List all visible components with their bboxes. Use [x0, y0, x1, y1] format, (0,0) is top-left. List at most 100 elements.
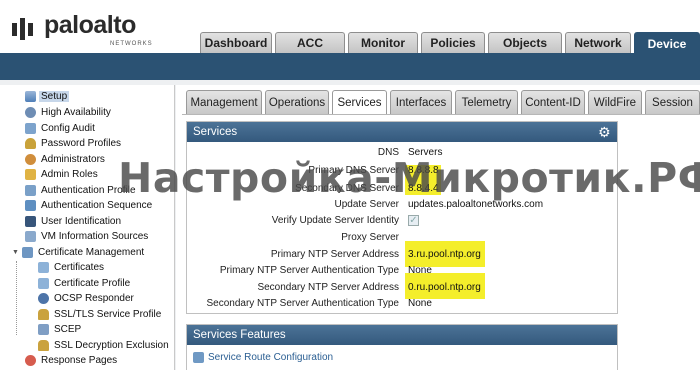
sidebar-item-ssl-decryption-exclusion[interactable]: SSL Decryption Exclusion — [38, 338, 171, 353]
tab-policies[interactable]: Policies — [421, 32, 485, 53]
services-features-panel: Services Features — [186, 324, 618, 370]
sidebar-item-response-pages[interactable]: Response Pages — [25, 353, 119, 368]
tab-acc[interactable]: ACC — [275, 32, 345, 53]
row-primary-ntp-label: Primary NTP Server Address — [188, 247, 399, 261]
row-verify-update-value: ✓ — [408, 213, 428, 227]
subtab-operations[interactable]: Operations — [265, 90, 329, 114]
config-audit-icon — [25, 123, 36, 134]
sidebar-item-label: VM Information Sources — [41, 231, 149, 242]
sidebar-item-label: Certificates — [54, 262, 105, 273]
tab-objects[interactable]: Objects — [488, 32, 562, 53]
setup-icon — [25, 91, 36, 102]
tab-device[interactable]: Device — [634, 32, 700, 54]
services-panel-title: Services — [193, 126, 238, 138]
subtab-services[interactable]: Services — [332, 90, 387, 115]
sidebar-item-label: SSL Decryption Exclusion — [54, 340, 169, 351]
sidebar-item-label: Response Pages — [41, 355, 118, 366]
brand-name: paloalto — [44, 11, 136, 39]
sidebar: Setup High Availability Config Audit Pas… — [0, 85, 175, 370]
sidebar-item-vm-information-sources[interactable]: VM Information Sources — [25, 229, 150, 244]
key-icon — [25, 138, 36, 149]
certificate-icon — [22, 247, 33, 258]
sidebar-item-config-audit[interactable]: Config Audit — [25, 121, 97, 136]
sidebar-item-label: Admin Roles — [41, 169, 98, 180]
services-features-header: Services Features — [187, 325, 617, 345]
sidebar-item-label: Password Profiles — [41, 138, 122, 149]
sidebar-item-label: Administrators — [41, 154, 105, 165]
verify-update-checkbox[interactable]: ✓ — [408, 214, 419, 226]
service-route-configuration-link[interactable]: Service Route Configuration — [208, 352, 333, 363]
sequence-icon — [25, 200, 36, 211]
sidebar-item-certificate-management[interactable]: ▼ Certificate Management — [12, 245, 146, 260]
collapse-triangle-icon[interactable]: ▼ — [12, 249, 20, 256]
user-icon — [25, 154, 36, 165]
vm-icon — [25, 231, 36, 242]
sidebar-item-admin-roles[interactable]: Admin Roles — [25, 167, 100, 182]
sidebar-item-label: Certificate Profile — [54, 278, 131, 289]
sidebar-item-label: OCSP Responder — [54, 293, 134, 304]
sidebar-item-label: SCEP — [54, 324, 82, 335]
row-primary-ntp-auth-value[interactable]: None — [408, 263, 608, 277]
row-proxy-server-label: Proxy Server — [188, 230, 399, 244]
row-primary-ntp-auth-label: Primary NTP Server Authentication Type — [188, 263, 399, 277]
tab-monitor[interactable]: Monitor — [348, 32, 418, 53]
sidebar-item-user-identification[interactable]: User Identification — [25, 214, 123, 229]
row-primary-ntp-value[interactable]: 3.ru.pool.ntp.org — [408, 247, 608, 261]
response-pages-icon — [25, 355, 36, 366]
service-route-icon — [193, 352, 204, 363]
tab-network[interactable]: Network — [565, 32, 631, 53]
field-label: Secondary NTP Server Authentication Type — [206, 297, 399, 309]
subtab-management[interactable]: Management — [186, 90, 262, 114]
field-value: None — [408, 297, 432, 309]
row-secondary-ntp-value[interactable]: 0.ru.pool.ntp.org — [408, 280, 608, 294]
sidebar-item-scep[interactable]: SCEP — [38, 322, 83, 337]
field-label: Proxy Server — [341, 231, 399, 243]
tree-line — [16, 261, 17, 335]
tab-dashboard[interactable]: Dashboard — [200, 32, 272, 53]
field-label: Secondary NTP Server Address — [257, 281, 399, 293]
certificate-icon — [38, 278, 49, 289]
paloalto-logo: paloalto NETWORKS — [10, 8, 170, 48]
sidebar-item-setup[interactable]: Setup — [25, 89, 70, 104]
certificate-icon — [38, 262, 49, 273]
sidebar-item-password-profiles[interactable]: Password Profiles — [25, 136, 123, 151]
sidebar-item-label: Certificate Management — [38, 247, 145, 258]
row-verify-update-label: Verify Update Server Identity — [188, 213, 399, 227]
scep-icon — [38, 324, 49, 335]
subtab-rule — [182, 114, 700, 115]
brand-sub: NETWORKS — [110, 41, 153, 47]
user-id-icon — [25, 216, 36, 227]
subtab-interfaces[interactable]: Interfaces — [390, 90, 452, 114]
high-availability-icon — [25, 107, 36, 118]
sidebar-item-label: High Availability — [41, 107, 111, 118]
field-value: 3.ru.pool.ntp.org — [408, 248, 481, 260]
sidebar-item-certificates[interactable]: Certificates — [38, 260, 106, 275]
field-label: Verify Update Server Identity — [271, 214, 399, 226]
services-features-title: Services Features — [193, 329, 286, 341]
field-value: None — [408, 264, 432, 276]
subtab-content-id[interactable]: Content-ID — [521, 90, 585, 114]
sidebar-item-label: Setup — [39, 91, 70, 102]
subtab-session[interactable]: Session — [645, 90, 700, 114]
sidebar-item-label: User Identification — [41, 216, 122, 227]
field-label: Primary NTP Server Address — [270, 248, 399, 260]
lock-icon — [38, 309, 49, 320]
gear-icon[interactable]: ⚙ — [598, 125, 612, 139]
sidebar-item-ocsp-responder[interactable]: OCSP Responder — [38, 291, 136, 306]
row-secondary-ntp-auth-value[interactable]: None — [408, 296, 608, 310]
sidebar-item-certificate-profile[interactable]: Certificate Profile — [38, 276, 132, 291]
sidebar-item-high-availability[interactable]: High Availability — [25, 105, 113, 120]
services-panel-header: Services ⚙ — [187, 122, 617, 142]
lock-icon — [38, 340, 49, 351]
subtab-wildfire[interactable]: WildFire — [588, 90, 642, 114]
ocsp-icon — [38, 293, 49, 304]
sidebar-item-label: SSL/TLS Service Profile — [54, 309, 162, 320]
sidebar-item-administrators[interactable]: Administrators — [25, 152, 107, 167]
watermark-text: Настройка-Микротик.РФ — [118, 154, 700, 202]
sidebar-item-ssl-tls-service-profile[interactable]: SSL/TLS Service Profile — [38, 307, 163, 322]
field-value: 0.ru.pool.ntp.org — [408, 281, 481, 293]
sidebar-item-label: Config Audit — [41, 123, 95, 134]
row-secondary-ntp-auth-label: Secondary NTP Server Authentication Type — [188, 296, 399, 310]
field-label: Primary NTP Server Authentication Type — [219, 264, 399, 276]
subtab-telemetry[interactable]: Telemetry — [455, 90, 518, 114]
